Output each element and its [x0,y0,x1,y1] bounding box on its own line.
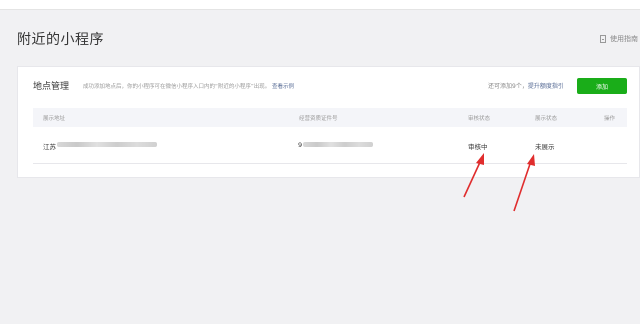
arrow-to-display-status [513,154,535,212]
arrow-to-review-status [463,153,484,198]
annotation-arrows [463,153,535,212]
